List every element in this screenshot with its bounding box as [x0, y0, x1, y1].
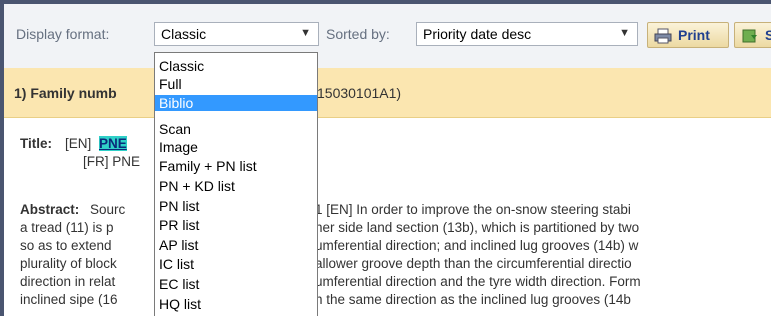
- abstract-line-left-2: so as to extend: [20, 238, 112, 253]
- title-label: Title:: [20, 136, 53, 151]
- option-family-pn-list[interactable]: Family + PN list: [155, 158, 317, 174]
- printer-icon: [654, 27, 672, 47]
- abstract-label: Abstract:: [20, 202, 80, 217]
- option-ic-list[interactable]: IC list: [155, 256, 317, 272]
- option-pr-list[interactable]: PR list: [155, 217, 317, 233]
- abstract-line-left-4: direction in relat: [20, 274, 116, 289]
- sorted-by-label: Sorted by:: [326, 26, 390, 42]
- print-label: Print: [678, 27, 710, 43]
- option-ap-list[interactable]: AP list: [155, 237, 317, 253]
- sorted-by-value: Priority date desc: [423, 26, 532, 42]
- display-format-dropdown[interactable]: Classic Full Biblio Scan Image Family + …: [154, 52, 318, 316]
- abstract-line-right-5: umferential direction and the tyre width…: [315, 274, 641, 289]
- chevron-down-icon: ▼: [300, 27, 311, 39]
- option-pn-kd-list[interactable]: PN + KD list: [155, 178, 317, 194]
- print-button[interactable]: Print: [647, 22, 729, 48]
- abstract-line-right-4: allower groove depth than the circumfere…: [315, 256, 632, 271]
- option-full[interactable]: Full: [155, 76, 317, 92]
- abstract-line-right-3: umferential direction; and inclined lug …: [315, 238, 639, 253]
- abstract-line-right-2: her side land section (13b), which is pa…: [315, 220, 640, 235]
- abstract-line-right-1: 1 [EN] In order to improve the on-snow s…: [315, 202, 631, 217]
- abstract-head: Sourc: [90, 202, 126, 217]
- title-en-link[interactable]: PNE: [99, 136, 127, 151]
- result-heading[interactable]: 1) Family numb: [14, 85, 117, 101]
- option-scan[interactable]: Scan: [155, 121, 317, 137]
- option-classic[interactable]: Classic: [155, 58, 317, 74]
- display-format-value: Classic: [161, 26, 207, 42]
- abstract-line-left-3: plurality of block: [20, 256, 117, 271]
- save-button[interactable]: S: [734, 22, 771, 48]
- app-frame: Display format: Classic ▼ Sorted by: Pri…: [4, 4, 771, 316]
- sorted-by-select[interactable]: Priority date desc ▼: [416, 22, 638, 46]
- option-biblio[interactable]: Biblio: [155, 95, 317, 111]
- toolbar: Display format: Classic ▼ Sorted by: Pri…: [4, 4, 771, 69]
- display-format-select[interactable]: Classic ▼: [154, 22, 319, 46]
- result-heading-tail: 15030101A1): [317, 85, 402, 101]
- save-label: S: [765, 27, 771, 43]
- display-format-label: Display format:: [16, 26, 110, 42]
- chevron-down-icon: ▼: [619, 27, 630, 39]
- abstract-line-left-1: a tread (11) is p: [20, 220, 114, 235]
- option-ec-list[interactable]: EC list: [155, 276, 317, 292]
- option-hq-list[interactable]: HQ list: [155, 296, 317, 312]
- title-en-lang: [EN]: [65, 136, 92, 151]
- option-pn-list[interactable]: PN list: [155, 198, 317, 214]
- abstract-line-right-6: n the same direction as the inclined lug…: [315, 292, 631, 307]
- title-fr: [FR] PNE: [83, 154, 141, 169]
- save-icon: [741, 27, 759, 47]
- option-image[interactable]: Image: [155, 139, 317, 155]
- abstract-line-left-5: inclined sipe (16: [20, 292, 118, 307]
